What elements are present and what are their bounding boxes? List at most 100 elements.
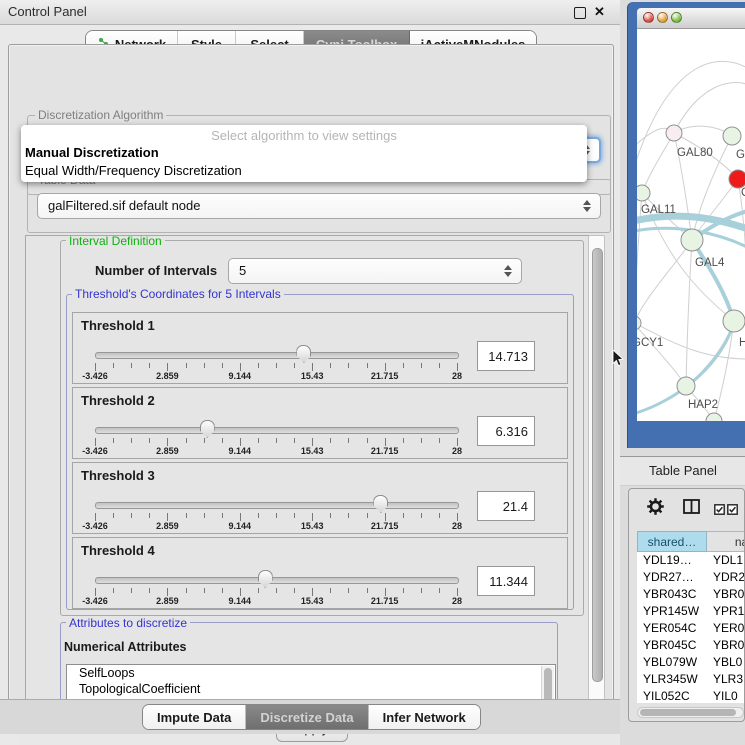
network-node-h[interactable] xyxy=(723,310,745,332)
slider-track[interactable] xyxy=(95,502,459,509)
node-attribute-table[interactable]: shared…na YDL19…YDL1YDR27…YDR2YBR043CYBR… xyxy=(637,531,745,703)
slider-thumb[interactable] xyxy=(200,420,215,438)
threshold-value-field[interactable]: 14.713 xyxy=(477,341,535,371)
network-edge[interactable] xyxy=(637,61,745,177)
slider-thumb[interactable] xyxy=(373,495,388,513)
dropdown-option-equal-width-frequency-discretization[interactable]: Equal Width/Frequency Discretization xyxy=(21,162,587,180)
column-header-shared[interactable]: shared… xyxy=(637,531,707,552)
float-window-icon[interactable] xyxy=(574,7,586,19)
table-row[interactable]: YER054CYER0 xyxy=(637,620,745,637)
table-cell: YBR045C xyxy=(643,637,696,654)
table-row[interactable]: YBR045CYBR0 xyxy=(637,637,745,654)
settings-gear-icon[interactable] xyxy=(647,498,664,520)
checkbox-icon[interactable] xyxy=(727,502,738,520)
tick-label: 2.859 xyxy=(156,521,179,531)
network-edge[interactable] xyxy=(637,240,692,323)
network-edge[interactable] xyxy=(686,240,692,386)
main-vertical-scrollbar[interactable] xyxy=(588,235,605,707)
tick-mark xyxy=(330,438,331,443)
tab-discretize-data[interactable]: Discretize Data xyxy=(246,705,368,729)
num-intervals-select[interactable]: 5 xyxy=(228,258,522,284)
table-cell: YER054C xyxy=(643,620,696,637)
node-label: C xyxy=(741,187,745,199)
scrollbar-thumb[interactable] xyxy=(640,709,736,716)
slider-track[interactable] xyxy=(95,352,459,359)
network-edge[interactable] xyxy=(686,321,734,386)
tick-mark xyxy=(113,363,114,368)
tick-mark xyxy=(367,513,368,518)
network-node-gal4[interactable] xyxy=(681,229,703,251)
tab-impute-data[interactable]: Impute Data xyxy=(143,705,246,729)
table-row[interactable]: YBL079WYBL0 xyxy=(637,654,745,671)
threshold-value-field[interactable]: 11.344 xyxy=(477,566,535,596)
table-row[interactable]: YIL052CYIL0 xyxy=(637,688,745,703)
network-edge[interactable] xyxy=(642,133,674,193)
tick-labels: -3.4262.8599.14415.4321.71528 xyxy=(95,371,457,382)
tick-label: 21.715 xyxy=(371,596,399,606)
tick-label: 2.859 xyxy=(156,596,179,606)
node-label: GCY1 xyxy=(637,337,663,349)
table-row[interactable]: YDL19…YDL1 xyxy=(637,552,745,569)
node-label: HAP2 xyxy=(688,399,718,411)
tick-label: 9.144 xyxy=(229,521,252,531)
network-edge[interactable] xyxy=(637,323,686,386)
network-node-ga[interactable] xyxy=(723,127,741,145)
network-edge[interactable] xyxy=(674,83,745,133)
column-header-na[interactable]: na xyxy=(707,531,745,552)
tick-mark xyxy=(276,588,277,593)
network-window[interactable]: GAL80GACGAL11GAL4GCY1HHAP2 xyxy=(627,2,745,448)
table-row[interactable]: YPR145WYPR1 xyxy=(637,603,745,620)
tick-mark xyxy=(367,438,368,443)
threshold-label: Threshold 4 xyxy=(81,543,155,558)
tick-mark xyxy=(348,588,349,593)
mac-zoom-button[interactable] xyxy=(671,12,682,23)
network-node[interactable] xyxy=(706,413,722,421)
slider-thumb[interactable] xyxy=(296,345,311,363)
mac-minimize-button[interactable] xyxy=(657,12,668,23)
tick-label: -3.426 xyxy=(82,371,108,381)
tick-mark xyxy=(348,438,349,443)
mac-close-button[interactable] xyxy=(643,12,654,23)
network-node-c[interactable] xyxy=(729,170,745,188)
tick-mark xyxy=(348,363,349,368)
table-row[interactable]: YDR27…YDR2 xyxy=(637,569,745,586)
table-cell: YPR145W xyxy=(643,603,699,620)
network-window-titlebar[interactable] xyxy=(637,8,745,29)
list-item-topologicalcoefficient[interactable]: TopologicalCoefficient xyxy=(67,681,555,697)
network-edge-highlighted[interactable] xyxy=(692,240,734,321)
table-data-select[interactable]: galFiltered.sif default node xyxy=(37,193,601,219)
slider-track[interactable] xyxy=(95,427,459,434)
checkbox-icon[interactable] xyxy=(714,502,725,520)
table-row[interactable]: YLR345WYLR3 xyxy=(637,671,745,688)
tick-mark xyxy=(95,363,96,371)
network-canvas[interactable]: GAL80GACGAL11GAL4GCY1HHAP2 xyxy=(637,29,745,421)
tab-infer-network[interactable]: Infer Network xyxy=(369,705,480,729)
table-panel-body: shared…na YDL19…YDL1YDR27…YDR2YBR043CYBR… xyxy=(628,488,745,722)
list-item-selfloops[interactable]: SelfLoops xyxy=(67,665,555,681)
tick-mark xyxy=(131,363,132,368)
slider-thumb[interactable] xyxy=(258,570,273,588)
tick-mark xyxy=(222,513,223,518)
slider-track[interactable] xyxy=(95,577,459,584)
close-icon[interactable]: ✕ xyxy=(594,0,605,24)
network-node-gal11[interactable] xyxy=(637,185,650,201)
scrollbar-thumb[interactable] xyxy=(592,248,603,682)
node-label: GAL11 xyxy=(641,204,676,216)
network-node-gal80[interactable] xyxy=(666,125,682,141)
dropdown-hint: Select algorithm to view settings xyxy=(21,127,587,144)
tick-mark xyxy=(131,438,132,443)
scrollbar-thumb[interactable] xyxy=(544,668,552,702)
tick-mark xyxy=(95,588,96,596)
split-columns-icon[interactable] xyxy=(683,499,700,519)
table-cell: YDR2 xyxy=(713,569,745,586)
table-row[interactable]: YBR043CYBR0 xyxy=(637,586,745,603)
threshold-value-field[interactable]: 21.4 xyxy=(477,491,535,521)
network-node-hap2[interactable] xyxy=(677,377,695,395)
network-node-gcy1[interactable] xyxy=(637,316,641,330)
tick-label: 9.144 xyxy=(229,596,252,606)
threshold-value-field[interactable]: 6.316 xyxy=(477,416,535,446)
tick-mark xyxy=(95,513,96,521)
table-horizontal-scrollbar[interactable] xyxy=(637,707,744,718)
dropdown-option-manual-discretization[interactable]: Manual Discretization xyxy=(21,144,587,162)
tick-mark xyxy=(204,363,205,368)
